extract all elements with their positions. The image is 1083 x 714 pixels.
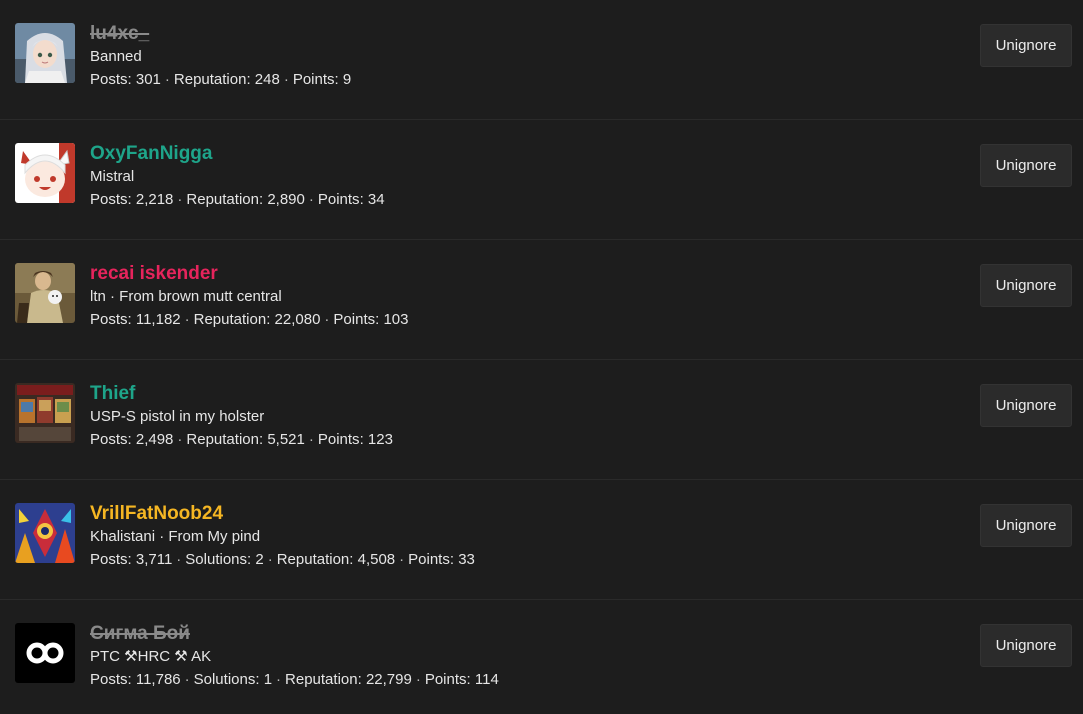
stat-value: 2,218 [135, 191, 174, 208]
stat-value: 34 [367, 191, 385, 208]
stat-label: Posts [90, 431, 128, 448]
stat-value: 1 [263, 671, 273, 688]
colorful-art-avatar-icon [15, 503, 75, 563]
user-title: Khalistani · From My pind [90, 528, 261, 545]
stat-value: 33 [458, 551, 475, 568]
username-link[interactable]: lu4xc_ [90, 22, 351, 46]
user-row: Сигма Бой PTC ⚒HRC ⚒ AK Posts: 11,786 · So… [0, 600, 1083, 714]
avatar[interactable] [15, 623, 75, 683]
user-stats: Posts: 2,218 · Reputation: 2,890 · Points: 3… [90, 191, 385, 208]
user-stats: Posts: 3,711 · Solutions: 2 · Reputation: 4,… [90, 551, 475, 568]
stat-value: 2,890 [267, 191, 305, 208]
cards-avatar-icon [15, 383, 75, 443]
stat-value: 3,711 [135, 551, 173, 568]
stat-value: 5,521 [267, 431, 305, 448]
stat-value: 11,182 [135, 311, 181, 328]
username-link[interactable]: Thief [90, 382, 393, 406]
stat-label: Reputation [285, 671, 358, 688]
stat-label: Solutions [185, 551, 248, 568]
painting-avatar-icon [15, 263, 75, 323]
user-title: USP-S pistol in my holster [90, 408, 265, 425]
ignored-users-list: lu4xc_ Banned Posts: 301 · Reputation: 248… [0, 0, 1083, 714]
username-link[interactable]: recai iskender [90, 262, 409, 286]
stat-label: Points [424, 671, 467, 688]
anime-character-avatar-icon [15, 143, 75, 203]
stat-label: Points [292, 71, 335, 88]
stat-value: 9 [342, 71, 352, 88]
stat-value: 4,508 [357, 551, 396, 568]
unignore-button[interactable]: Unignore [980, 24, 1072, 67]
user-stats: Posts: 2,498 · Reputation: 5,521 · Points: 1… [90, 431, 393, 448]
stat-value: 114 [474, 671, 499, 688]
anime-girl-avatar-icon [15, 23, 75, 83]
stat-value: 248 [254, 71, 280, 88]
user-stats: Posts: 301 · Reputation: 248 · Points: 9 [90, 71, 352, 88]
unignore-button[interactable]: Unignore [980, 264, 1072, 307]
user-row: recai iskender ltn · From brown mutt cen… [0, 240, 1083, 360]
user-stats: Posts: 11,182 · Reputation: 22,080 · Points:… [90, 311, 409, 328]
stat-label: Posts [90, 191, 128, 208]
user-row: VrillFatNoob24 Khalistani · From My pind… [0, 480, 1083, 600]
stat-label: Reputation [276, 551, 350, 568]
stat-label: Posts [90, 71, 128, 88]
stat-label: Points [317, 431, 360, 448]
stat-label: Reputation [186, 191, 259, 208]
user-row: OxyFanNigga Mistral Posts: 2,218 · Reputat… [0, 120, 1083, 240]
user-title: ltn · From brown mutt central [90, 288, 282, 305]
stat-value: 22,799 [365, 671, 412, 688]
stat-value: 103 [383, 311, 409, 328]
stat-value: 301 [135, 71, 161, 88]
unignore-button[interactable]: Unignore [980, 144, 1072, 187]
user-title: Banned [90, 48, 142, 65]
stat-label: Reputation [193, 311, 267, 328]
stat-label: Points [408, 551, 450, 568]
unignore-button[interactable]: Unignore [980, 624, 1072, 667]
user-title: PTC ⚒HRC ⚒ AK [90, 648, 212, 665]
avatar[interactable] [15, 263, 75, 323]
avatar[interactable] [15, 383, 75, 443]
avatar[interactable] [15, 23, 75, 83]
username-link[interactable]: OxyFanNigga [90, 142, 385, 166]
stat-label: Reputation [186, 431, 259, 448]
user-title: Mistral [90, 168, 135, 185]
stat-value: 2,498 [135, 431, 174, 448]
stat-label: Posts [90, 311, 128, 328]
avatar[interactable] [15, 143, 75, 203]
unignore-button[interactable]: Unignore [980, 384, 1072, 427]
infinity-logo-avatar-icon [15, 623, 75, 683]
stat-label: Points [333, 311, 376, 328]
user-row: Thief USP-S pistol in my holster Posts: … [0, 360, 1083, 480]
stat-label: Reputation [173, 71, 247, 88]
stat-value: 11,786 [135, 671, 181, 688]
stat-label: Posts [90, 551, 128, 568]
stat-value: 123 [367, 431, 393, 448]
stat-label: Points [317, 191, 360, 208]
unignore-button[interactable]: Unignore [980, 504, 1072, 547]
stat-value: 2 [255, 551, 264, 568]
stat-label: Solutions [193, 671, 256, 688]
username-link[interactable]: VrillFatNoob24 [90, 502, 475, 526]
user-stats: Posts: 11,786 · Solutions: 1 · Reputation: 2… [90, 671, 499, 688]
avatar[interactable] [15, 503, 75, 563]
user-row: lu4xc_ Banned Posts: 301 · Reputation: 248… [0, 0, 1083, 120]
username-link[interactable]: Сигма Бой [90, 622, 499, 646]
stat-label: Posts [90, 671, 128, 688]
stat-value: 22,080 [274, 311, 321, 328]
